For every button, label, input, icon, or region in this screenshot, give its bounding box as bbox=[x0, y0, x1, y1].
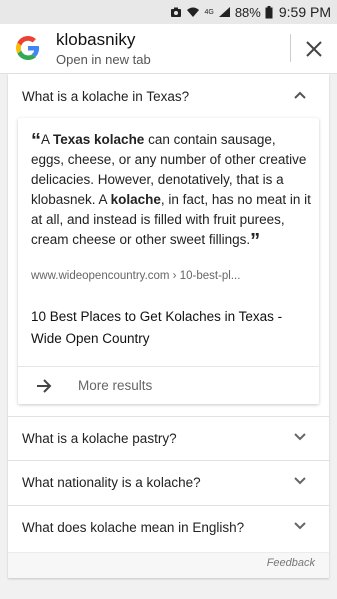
chevron-down-icon[interactable] bbox=[293, 474, 307, 488]
chevron-up-icon[interactable] bbox=[293, 88, 307, 102]
more-results-label: More results bbox=[78, 378, 153, 393]
google-logo bbox=[16, 36, 40, 60]
related-questions-card: What is a kolache in Texas? “A Texas kol… bbox=[8, 74, 329, 578]
chevron-down-icon[interactable] bbox=[293, 519, 307, 533]
status-bar: 4G 88% 9:59 PM bbox=[0, 0, 337, 24]
page-title: klobasniky bbox=[56, 30, 136, 49]
more-results-button[interactable]: More results bbox=[18, 366, 319, 404]
snippet-bold-2: kolache bbox=[110, 192, 161, 207]
answer-panel: “A Texas kolache can contain sausage, eg… bbox=[18, 118, 319, 404]
question-label: What does kolache mean in English? bbox=[22, 519, 245, 535]
question-label: What nationality is a kolache? bbox=[22, 474, 201, 490]
result-title-link[interactable]: 10 Best Places to Get Kolaches in Texas … bbox=[31, 306, 311, 350]
close-icon[interactable] bbox=[303, 38, 325, 60]
feedback-link[interactable]: Feedback bbox=[267, 557, 315, 569]
wifi-icon bbox=[186, 6, 200, 18]
question-label: What is a kolache in Texas? bbox=[22, 88, 190, 104]
question-label: What is a kolache pastry? bbox=[22, 430, 177, 446]
header-divider bbox=[290, 34, 291, 62]
network-label: 4G bbox=[204, 8, 214, 16]
arrow-right-icon bbox=[34, 376, 54, 396]
snippet-text-1: A bbox=[41, 132, 54, 147]
camera-icon bbox=[170, 6, 182, 18]
question-row[interactable]: What does kolache mean in English? bbox=[8, 505, 329, 549]
close-quote: ” bbox=[250, 230, 261, 252]
signal-icon bbox=[218, 6, 231, 18]
battery-percent: 88% bbox=[234, 4, 261, 20]
featured-snippet: “A Texas kolache can contain sausage, eg… bbox=[31, 130, 311, 252]
question-row[interactable]: What is a kolache pastry? bbox=[8, 416, 329, 460]
snippet-bold-1: Texas kolache bbox=[53, 132, 145, 147]
chevron-down-icon[interactable] bbox=[293, 430, 307, 444]
status-time: 9:59 PM bbox=[278, 4, 331, 20]
custom-tab-header: klobasniky Open in new tab bbox=[0, 24, 337, 74]
open-in-new-tab-link[interactable]: Open in new tab bbox=[56, 52, 151, 67]
question-expanded[interactable]: What is a kolache in Texas? bbox=[8, 74, 329, 118]
battery-icon bbox=[265, 5, 273, 19]
question-row[interactable]: What nationality is a kolache? bbox=[8, 460, 329, 504]
open-quote: “ bbox=[31, 130, 41, 152]
source-url[interactable]: www.wideopencountry.com › 10-best-pl... bbox=[31, 270, 240, 282]
